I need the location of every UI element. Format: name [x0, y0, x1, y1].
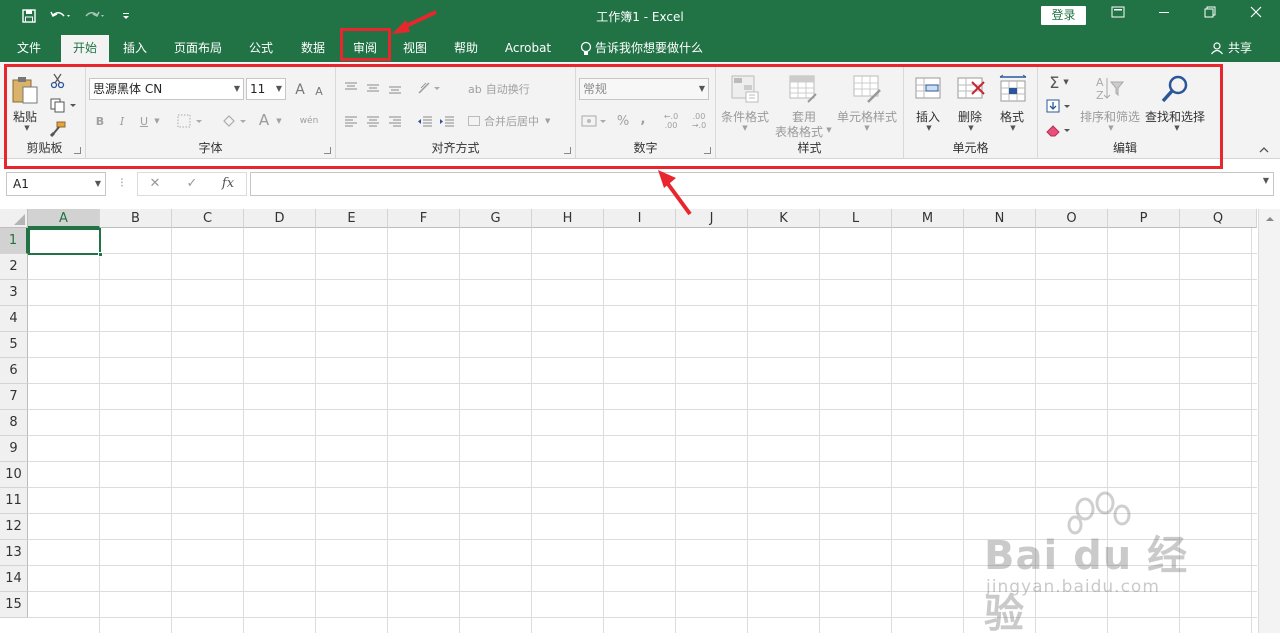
enter-entry-icon[interactable]: ✓ [182, 174, 202, 194]
grid-column-line [747, 228, 748, 633]
grid-row-line [28, 331, 1257, 332]
chevron-down-icon: ▼ [94, 179, 101, 188]
grid-column-line [171, 228, 172, 633]
share-button[interactable]: 共享 [1228, 37, 1258, 62]
tab-page-layout[interactable]: 页面布局 [166, 37, 230, 62]
grid-column-line [387, 228, 388, 633]
column-header-n[interactable]: N [964, 209, 1036, 228]
name-box[interactable]: A1 ▼ [6, 172, 106, 196]
tab-help[interactable]: 帮助 [445, 37, 487, 62]
row-header-4[interactable]: 4 [0, 306, 28, 332]
column-header-m[interactable]: M [892, 209, 964, 228]
grid-column-line [1251, 228, 1252, 633]
row-header-11[interactable]: 11 [0, 488, 28, 514]
row-header-2[interactable]: 2 [0, 254, 28, 280]
grid-column-line [819, 228, 820, 633]
grid-column-line [315, 228, 316, 633]
tab-insert[interactable]: 插入 [114, 37, 156, 62]
selected-cell[interactable] [28, 228, 101, 255]
grid-row-line [28, 435, 1257, 436]
collapse-ribbon-icon[interactable] [1256, 144, 1272, 156]
column-header-k[interactable]: K [748, 209, 820, 228]
column-header-d[interactable]: D [244, 209, 316, 228]
annotation-arrow-to-review [392, 10, 437, 34]
watermark: Bai du 经验 jingyan.baidu.com [980, 489, 1220, 637]
row-header-8[interactable]: 8 [0, 410, 28, 436]
grid-column-line [243, 228, 244, 633]
row-header-5[interactable]: 5 [0, 332, 28, 358]
grid-row-line [28, 357, 1257, 358]
grid-column-line [603, 228, 604, 633]
ribbon-display-options-icon[interactable] [1106, 4, 1130, 26]
grid-column-line [963, 228, 964, 633]
column-header-f[interactable]: F [388, 209, 460, 228]
column-header-h[interactable]: H [532, 209, 604, 228]
tell-me-search[interactable]: 告诉我你想要做什么 [595, 37, 707, 62]
annotation-highlight-ribbon [4, 64, 1223, 169]
row-header-6[interactable]: 6 [0, 358, 28, 384]
tab-acrobat[interactable]: Acrobat [498, 37, 558, 62]
window-title: 工作簿1 - Excel [596, 10, 684, 24]
grid-column-line [675, 228, 676, 633]
worksheet-grid: ABCDEFGHIJKLMNOPQ 1 2 3 4 5 6 7 8 9 10 11 12 13 14 15 … [0, 209, 1280, 637]
close-icon[interactable] [1244, 4, 1268, 26]
row-header-9[interactable]: 9 [0, 436, 28, 462]
column-header-a[interactable]: A [28, 209, 100, 228]
cancel-entry-icon[interactable]: ✕ [145, 174, 165, 194]
column-header-e[interactable]: E [316, 209, 388, 228]
row-header-10[interactable]: 10 [0, 462, 28, 488]
tab-data[interactable]: 数据 [292, 37, 334, 62]
share-person-icon [1208, 37, 1226, 62]
row-header-13[interactable]: 13 [0, 540, 28, 566]
grid-row-line [28, 487, 1257, 488]
column-header-p[interactable]: P [1108, 209, 1180, 228]
vertical-scrollbar[interactable] [1258, 209, 1280, 633]
column-header-g[interactable]: G [460, 209, 532, 228]
row-header-3[interactable]: 3 [0, 280, 28, 306]
restore-icon[interactable] [1198, 4, 1222, 26]
grid-row-line [28, 305, 1257, 306]
row-header-14[interactable]: 14 [0, 566, 28, 592]
title-bar: 工作簿1 - Excel 登录 [0, 0, 1280, 32]
tab-file[interactable]: 文件 [8, 37, 50, 62]
name-box-value: A1 [13, 177, 29, 191]
grid-row-line [28, 383, 1257, 384]
row-header-12[interactable]: 12 [0, 514, 28, 540]
grid-column-line [459, 228, 460, 633]
tab-home[interactable]: 开始 [61, 35, 109, 62]
grid-row-line [28, 461, 1257, 462]
formula-input[interactable]: ▼ [250, 172, 1274, 196]
column-header-o[interactable]: O [1036, 209, 1108, 228]
expand-formula-icon[interactable]: ▼ [1263, 176, 1269, 185]
annotation-arrow-to-ribbon [658, 170, 692, 216]
lightbulb-icon [578, 37, 594, 62]
minimize-icon[interactable] [1152, 4, 1176, 26]
row-header-15[interactable]: 15 [0, 592, 28, 618]
column-header-c[interactable]: C [172, 209, 244, 228]
watermark-url: jingyan.baidu.com [986, 577, 1160, 597]
tab-view[interactable]: 视图 [394, 37, 436, 62]
grid-column-line [99, 228, 100, 633]
login-button[interactable]: 登录 [1041, 6, 1086, 25]
grid-column-line [531, 228, 532, 633]
column-header-q[interactable]: Q [1180, 209, 1257, 228]
row-header-1[interactable]: 1 [0, 228, 28, 254]
column-header-l[interactable]: L [820, 209, 892, 228]
fill-handle[interactable] [98, 252, 103, 257]
grid-row-line [28, 409, 1257, 410]
insert-function-button[interactable]: fx [218, 174, 238, 194]
column-header-b[interactable]: B [100, 209, 172, 228]
formula-bar-options-icon[interactable]: ⁝ [112, 174, 132, 194]
grid-row-line [28, 253, 1257, 254]
tab-formulas[interactable]: 公式 [240, 37, 282, 62]
row-header-7[interactable]: 7 [0, 384, 28, 410]
grid-row-line [28, 279, 1257, 280]
grid-column-line [891, 228, 892, 633]
annotation-highlight-review-tab [340, 28, 391, 61]
select-all-corner[interactable] [0, 209, 28, 228]
